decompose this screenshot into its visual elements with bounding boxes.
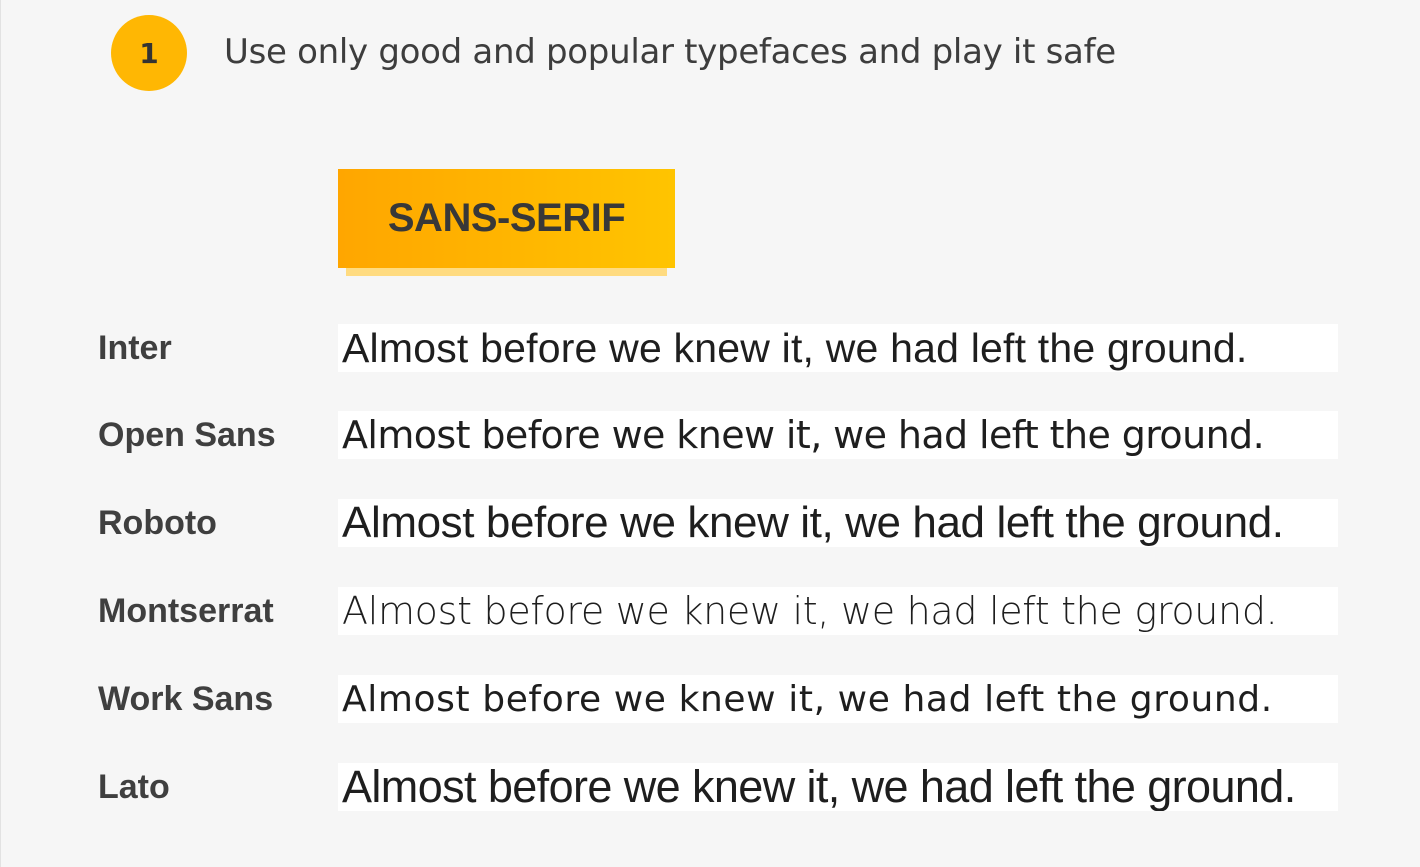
typeface-sample: Almost before we knew it, we had left th… xyxy=(338,763,1338,811)
typeface-sample: Almost before we knew it, we had left th… xyxy=(338,411,1338,459)
typeface-sample: Almost before we knew it, we had left th… xyxy=(338,499,1338,547)
step-heading: Use only good and popular typefaces and … xyxy=(224,32,1116,72)
typeface-row-montserrat: Montserrat Almost before we knew it, we … xyxy=(0,587,1420,635)
typeface-name: Work Sans xyxy=(98,679,274,718)
typeface-row-lato: Lato Almost before we knew it, we had le… xyxy=(0,763,1420,811)
typeface-row-inter: Inter Almost before we knew it, we had l… xyxy=(0,324,1420,372)
typeface-name: Lato xyxy=(98,767,170,806)
typeface-name: Roboto xyxy=(98,503,217,542)
typeface-name: Inter xyxy=(98,328,172,367)
category-label: SANS-SERIF xyxy=(338,169,675,268)
typeface-sample: Almost before we knew it, we had left th… xyxy=(338,675,1338,723)
typeface-sample: Almost before we knew it, we had left th… xyxy=(338,324,1338,372)
typeface-row-roboto: Roboto Almost before we knew it, we had … xyxy=(0,499,1420,547)
typeface-name: Montserrat xyxy=(98,591,274,630)
step-number-badge: 1 xyxy=(111,15,187,91)
typeface-row-open-sans: Open Sans Almost before we knew it, we h… xyxy=(0,411,1420,459)
typeface-name: Open Sans xyxy=(98,415,276,454)
typeface-row-work-sans: Work Sans Almost before we knew it, we h… xyxy=(0,675,1420,723)
typeface-sample: Almost before we knew it, we had left th… xyxy=(338,587,1338,635)
